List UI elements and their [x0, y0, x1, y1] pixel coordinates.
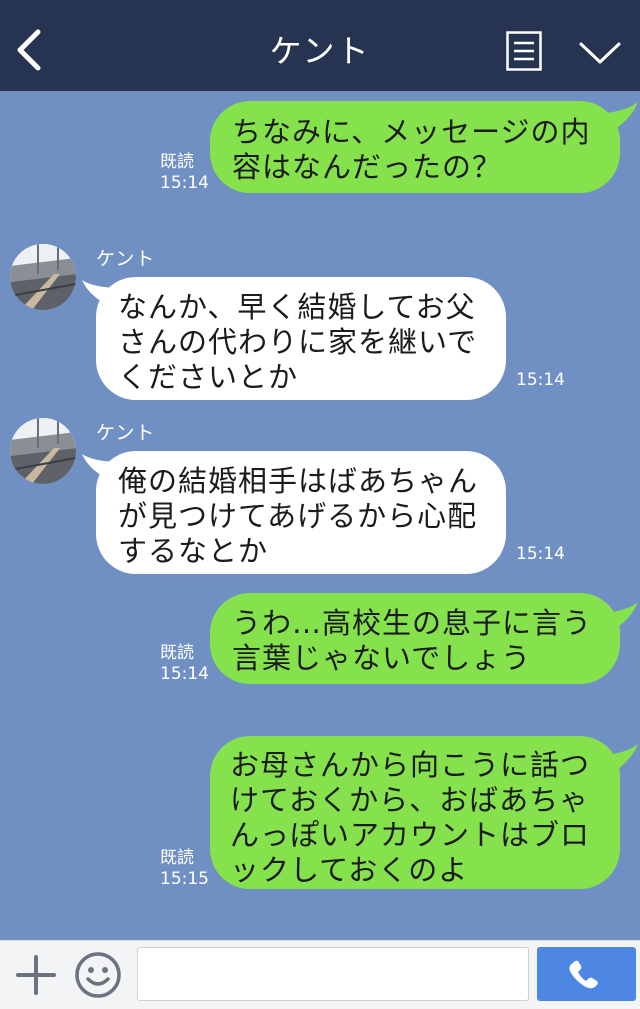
station-photo-icon — [10, 244, 76, 310]
plus-icon[interactable] — [14, 953, 58, 997]
message-bubble[interactable]: 俺の結婚相手はばあちゃん が見つけてあげるから心配 するなとか — [96, 451, 506, 574]
message-time: 15:14 — [160, 173, 209, 193]
chat-header: ケント — [0, 0, 640, 91]
chat-screen: ケント 既読 15:14 ちなみに、メッセージの内 容はなんだったの？ ケント … — [0, 0, 640, 1009]
read-status: 既読 15:15 — [160, 848, 209, 890]
read-label: 既読 — [160, 152, 194, 172]
message-bubble[interactable]: お母さんから向こうに話つ けておくから、おばあちゃ んっぽいアカウントはブロ ッ… — [210, 736, 620, 889]
smiley-icon[interactable] — [74, 951, 122, 999]
message-time: 15:14 — [516, 370, 565, 390]
read-label: 既読 — [160, 848, 194, 868]
message-time: 15:15 — [160, 869, 209, 889]
chevron-down-icon[interactable] — [578, 40, 622, 66]
message-bubble[interactable]: なんか、早く結婚してお父 さんの代わりに家を継いで くださいとか — [96, 277, 506, 400]
read-status: 既読 15:14 — [160, 152, 209, 194]
read-status: 既読 15:14 — [160, 643, 209, 685]
chat-title: ケント — [269, 32, 371, 70]
message-bubble[interactable]: ちなみに、メッセージの内 容はなんだったの？ — [210, 101, 620, 193]
chat-input-bar — [0, 940, 640, 1009]
phone-icon — [569, 960, 598, 989]
message-input[interactable] — [137, 947, 529, 1001]
read-label: 既読 — [160, 643, 194, 663]
avatar[interactable] — [10, 418, 76, 484]
sender-name: ケント — [96, 248, 156, 270]
sender-name: ケント — [96, 422, 156, 444]
station-photo-icon — [10, 418, 76, 484]
call-button[interactable] — [537, 947, 636, 1001]
document-menu-icon[interactable] — [506, 31, 542, 71]
avatar[interactable] — [10, 244, 76, 310]
message-time: 15:14 — [516, 544, 565, 564]
message-bubble[interactable]: うわ…高校生の息子に言う 言葉じゃないでしょう — [210, 593, 620, 684]
message-time: 15:14 — [160, 664, 209, 684]
